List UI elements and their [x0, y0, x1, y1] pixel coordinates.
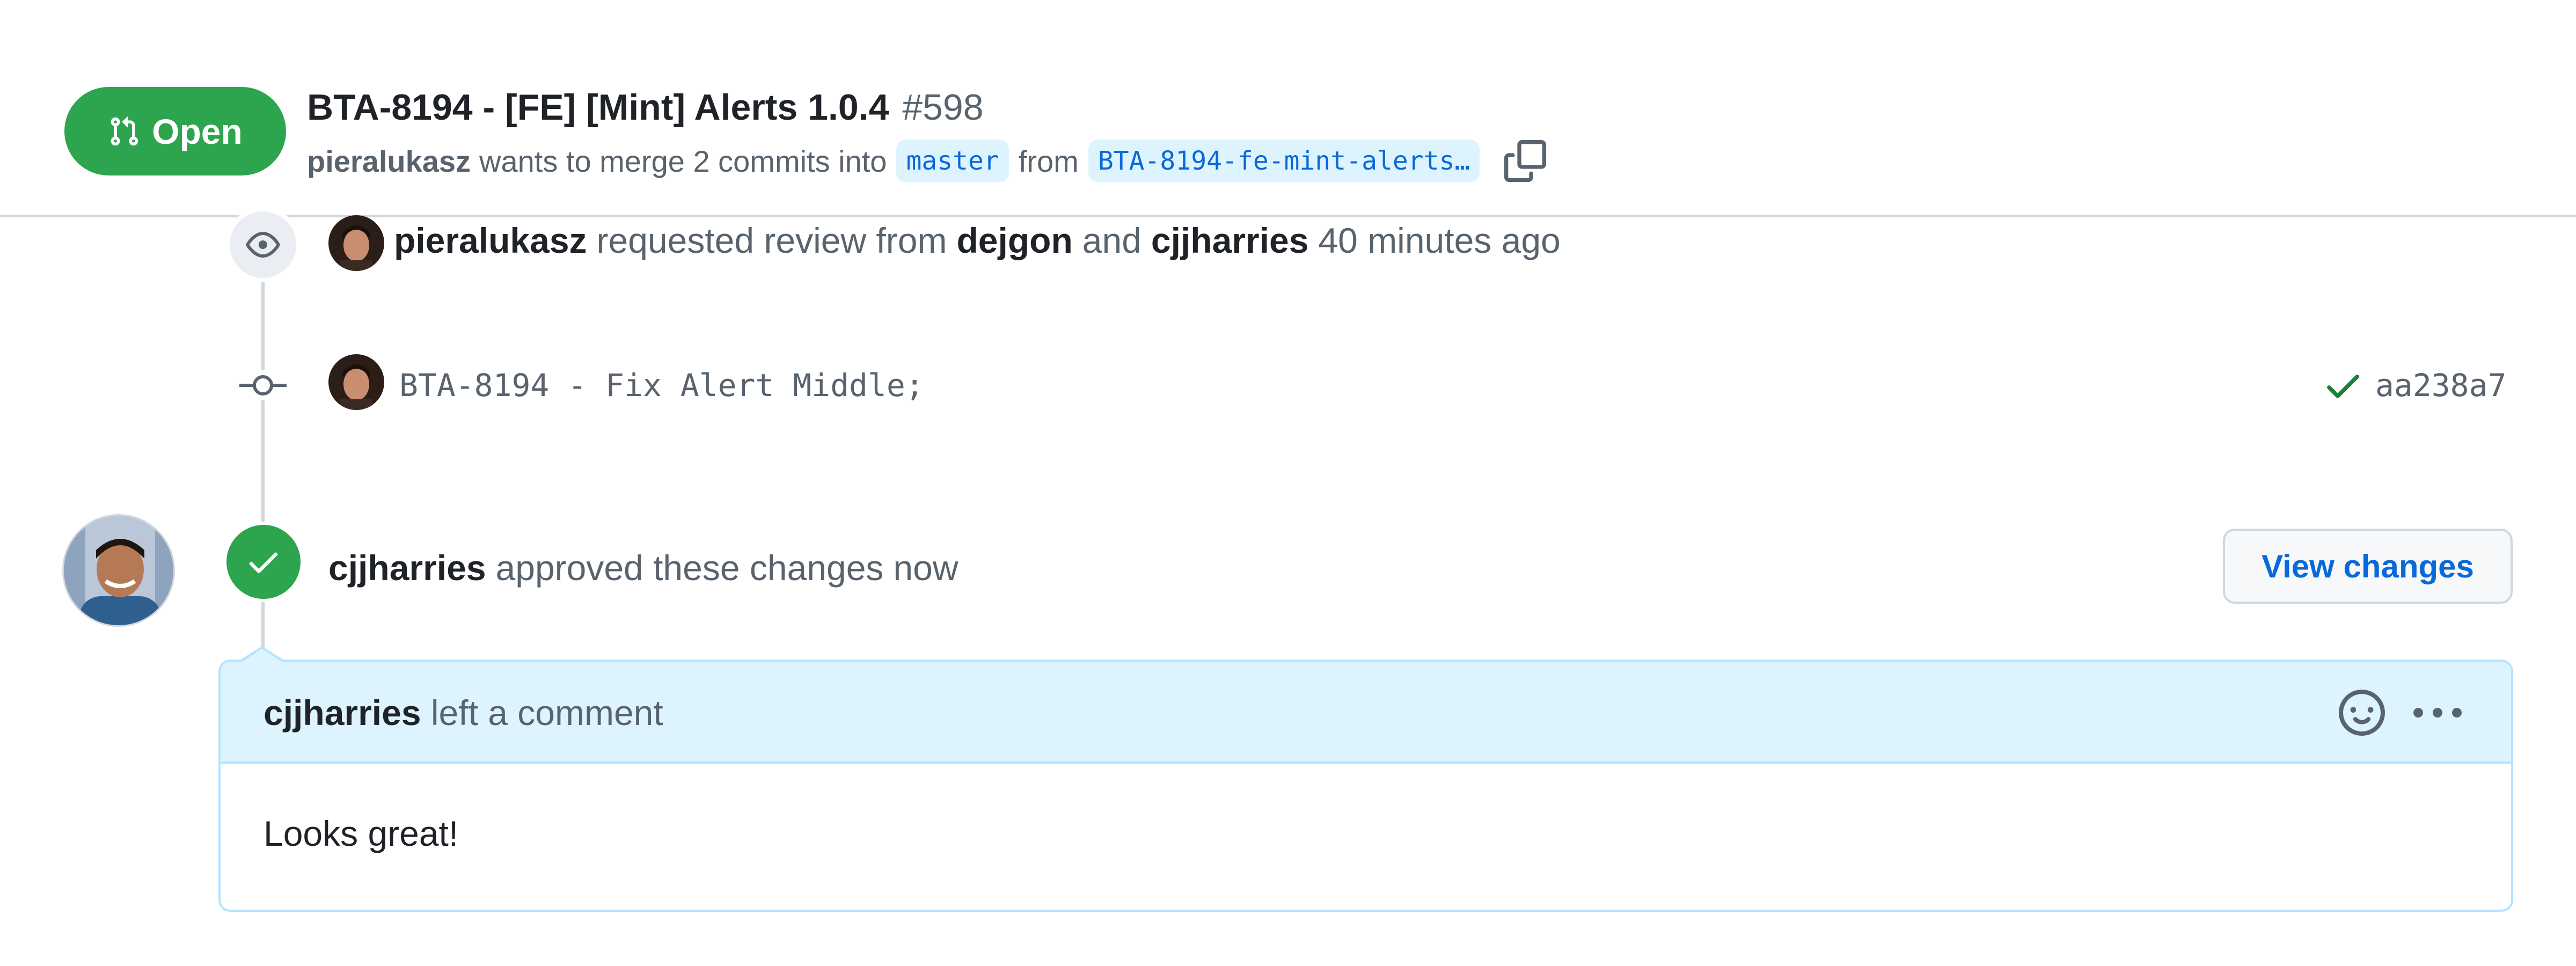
- git-pull-request-icon: [111, 116, 138, 145]
- event-action: approved these changes: [495, 548, 884, 588]
- avatar[interactable]: [62, 514, 175, 627]
- comment-header: cjjharries left a comment: [221, 662, 2511, 764]
- commit-event-badge: [239, 370, 287, 400]
- check-icon[interactable]: [2322, 364, 2365, 407]
- pr-title-text: BTA-8194 - [FE] [Mint] Alerts 1.0.4: [307, 87, 889, 128]
- reviewer-link[interactable]: cjjharries: [1151, 221, 1309, 260]
- base-branch-link[interactable]: master: [896, 140, 1009, 182]
- git-commit-icon: [239, 375, 287, 396]
- comment-author-link[interactable]: cjjharries: [264, 693, 421, 733]
- pr-number: #598: [902, 87, 984, 128]
- pr-meta: pieralukasz wants to merge 2 commits int…: [307, 135, 1548, 187]
- comment-pointer-fill: [240, 649, 283, 663]
- commit-sha-link[interactable]: aa238a7: [2375, 360, 2506, 411]
- reviewer-link[interactable]: dejgon: [956, 221, 1072, 260]
- event-action: requested review from: [596, 221, 947, 260]
- copy-branch-button[interactable]: [1502, 138, 1548, 184]
- copy-icon: [1504, 140, 1547, 182]
- event-timestamp[interactable]: 40 minutes ago: [1318, 221, 1560, 260]
- review-comment: cjjharries left a comment Looks great!: [218, 660, 2513, 912]
- avatar[interactable]: [328, 215, 384, 271]
- comment-action: left a comment: [430, 693, 663, 733]
- commit-message-link[interactable]: BTA-8194 - Fix Alert Middle;: [399, 360, 924, 411]
- kebab-horizontal-icon: [2413, 708, 2462, 718]
- view-changes-button[interactable]: View changes: [2223, 529, 2513, 604]
- pr-state-label: Open: [152, 111, 243, 151]
- actor-link[interactable]: cjjharries: [328, 548, 486, 588]
- pr-title: BTA-8194 - [FE] [Mint] Alerts 1.0.4 #598: [307, 82, 984, 133]
- approval-event: cjjharries approved these changes now: [328, 542, 958, 594]
- pr-state-badge: Open: [64, 87, 286, 175]
- pr-meta-text: wants to merge 2 commits into: [479, 144, 887, 178]
- pr-header: Open BTA-8194 - [FE] [Mint] Alerts 1.0.4…: [0, 0, 2576, 217]
- comment-header-text: cjjharries left a comment: [264, 687, 663, 738]
- comment-options-button[interactable]: [2408, 686, 2467, 740]
- pr-from-text: from: [1018, 144, 1079, 178]
- eye-icon: [246, 232, 280, 258]
- pr-author-link[interactable]: pieralukasz: [307, 144, 471, 179]
- event-timestamp[interactable]: now: [893, 548, 958, 588]
- approval-event-badge: [223, 522, 304, 602]
- review-request-event: pieralukasz requested review from dejgon an…: [394, 215, 1561, 266]
- avatar[interactable]: [328, 354, 384, 410]
- and-text: and: [1082, 221, 1141, 260]
- actor-link[interactable]: pieralukasz: [394, 221, 587, 260]
- add-reaction-button[interactable]: [2335, 686, 2389, 740]
- comment-body: Looks great!: [264, 814, 459, 853]
- check-icon: [249, 552, 278, 573]
- smiley-icon: [2339, 690, 2385, 736]
- review-event-badge: [225, 207, 301, 282]
- head-branch-link[interactable]: BTA-8194-fe-mint-alerts…: [1088, 140, 1480, 182]
